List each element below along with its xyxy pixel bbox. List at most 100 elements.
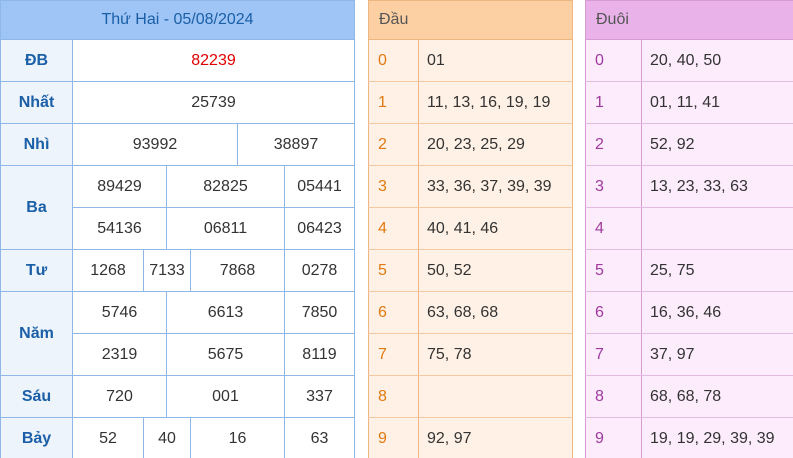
prize-number: 337 (283, 375, 356, 418)
head-row: 4 40, 41, 46 (368, 207, 573, 250)
prize-number: 06423 (283, 207, 356, 250)
head-values: 92, 97 (418, 417, 573, 458)
prize-number: 5746 (72, 291, 167, 334)
prize-label-bay: Bảy (0, 417, 73, 458)
head-row: 2 20, 23, 25, 29 (368, 123, 573, 166)
tail-values: 01, 11, 41 (641, 81, 793, 124)
tail-row: 5 25, 75 (585, 249, 793, 292)
tail-row: 7 37, 97 (585, 333, 793, 376)
prize-row-nam: Năm 5746 6613 7850 (0, 291, 356, 376)
head-table: Đầu 0 01 1 11, 13, 16, 19, 19 2 20, 23, 25,… (368, 0, 574, 458)
tail-header-row: Đuôi (585, 0, 793, 40)
tail-digit: 4 (585, 207, 642, 250)
prize-row-nhat: Nhất 25739 (0, 81, 356, 124)
head-values: 33, 36, 37, 39, 39 (418, 165, 573, 208)
tail-row: 1 01, 11, 41 (585, 81, 793, 124)
head-values: 01 (418, 39, 573, 82)
prize-row-ba: Ba 89429 82825 05441 (0, 165, 356, 250)
prize-number: 54136 (72, 207, 167, 250)
head-digit: 9 (368, 417, 419, 458)
tail-values: 20, 40, 50 (641, 39, 793, 82)
prize-number: 63 (283, 417, 356, 458)
prize-row-bay: Bảy 52 40 16 63 (0, 417, 356, 458)
tail-digit: 7 (585, 333, 642, 376)
tail-row: 8 68, 68, 78 (585, 375, 793, 418)
head-digit: 4 (368, 207, 419, 250)
tail-digit: 9 (585, 417, 642, 458)
tail-values: 52, 92 (641, 123, 793, 166)
head-values: 50, 52 (418, 249, 573, 292)
head-title: Đầu (368, 0, 573, 40)
prize-number: 6613 (166, 291, 285, 334)
head-row: 0 01 (368, 39, 573, 82)
prize-label-nhi: Nhì (0, 123, 73, 166)
tail-digit: 6 (585, 291, 642, 334)
tail-values: 68, 68, 78 (641, 375, 793, 418)
prize-number: 720 (72, 375, 167, 418)
prize-number: 89429 (72, 165, 167, 208)
tail-values: 19, 19, 29, 39, 39 (641, 417, 793, 458)
prize-number: 7850 (283, 291, 356, 334)
tail-row: 4 (585, 207, 793, 250)
head-digit: 5 (368, 249, 419, 292)
results-table: Thứ Hai - 05/08/2024 ĐB 82239 Nhất 25739… (0, 0, 356, 458)
prize-row-db: ĐB 82239 (0, 39, 356, 82)
tail-values: 13, 23, 33, 63 (641, 165, 793, 208)
head-row: 1 11, 13, 16, 19, 19 (368, 81, 573, 124)
tail-row: 2 52, 92 (585, 123, 793, 166)
head-digit: 2 (368, 123, 419, 166)
prize-row-sau: Sáu 720 001 337 (0, 375, 356, 418)
results-date-title: Thứ Hai - 05/08/2024 (0, 0, 356, 40)
tail-values: 37, 97 (641, 333, 793, 376)
head-row: 3 33, 36, 37, 39, 39 (368, 165, 573, 208)
prize-label-ba: Ba (0, 165, 73, 250)
prize-number: 0278 (283, 249, 356, 292)
prize-number: 25739 (71, 81, 356, 124)
tail-row: 0 20, 40, 50 (585, 39, 793, 82)
head-digit: 3 (368, 165, 419, 208)
prize-number: 5675 (166, 333, 285, 376)
tail-title: Đuôi (585, 0, 793, 40)
prize-number: 8119 (283, 333, 356, 376)
tail-values (641, 207, 793, 250)
prize-row-nhi: Nhì 93992 38897 (0, 123, 356, 166)
tail-row: 3 13, 23, 33, 63 (585, 165, 793, 208)
tail-row: 9 19, 19, 29, 39, 39 (585, 417, 793, 458)
tail-digit: 1 (585, 81, 642, 124)
prize-label-db: ĐB (0, 39, 73, 82)
prize-number: 82825 (166, 165, 285, 208)
head-row: 6 63, 68, 68 (368, 291, 573, 334)
tail-digit: 3 (585, 165, 642, 208)
head-values: 11, 13, 16, 19, 19 (418, 81, 573, 124)
results-header-row: Thứ Hai - 05/08/2024 (0, 0, 356, 40)
prize-number: 001 (166, 375, 285, 418)
head-digit: 0 (368, 39, 419, 82)
head-digit: 6 (368, 291, 419, 334)
prize-row-tu: Tư 1268 7133 7868 0278 (0, 249, 356, 292)
prize-number: 38897 (236, 123, 356, 166)
head-values: 20, 23, 25, 29 (418, 123, 573, 166)
head-digit: 7 (368, 333, 419, 376)
head-values: 40, 41, 46 (418, 207, 573, 250)
head-row: 9 92, 97 (368, 417, 573, 458)
tail-values: 25, 75 (641, 249, 793, 292)
head-digit: 8 (368, 375, 419, 418)
prize-number: 40 (143, 417, 191, 458)
prize-label-sau: Sáu (0, 375, 73, 418)
prize-number: 7868 (190, 249, 285, 292)
prize-number: 05441 (283, 165, 356, 208)
prize-number: 1268 (72, 249, 144, 292)
head-digit: 1 (368, 81, 419, 124)
prize-number: 2319 (72, 333, 167, 376)
head-values (418, 375, 573, 418)
prize-number: 06811 (166, 207, 285, 250)
prize-label-tu: Tư (0, 249, 73, 292)
prize-number-db: 82239 (71, 39, 356, 82)
head-header-row: Đầu (368, 0, 573, 40)
prize-number: 93992 (72, 123, 238, 166)
tail-values: 16, 36, 46 (641, 291, 793, 334)
prize-number: 16 (190, 417, 285, 458)
tail-digit: 8 (585, 375, 642, 418)
head-row: 8 (368, 375, 573, 418)
tail-digit: 0 (585, 39, 642, 82)
